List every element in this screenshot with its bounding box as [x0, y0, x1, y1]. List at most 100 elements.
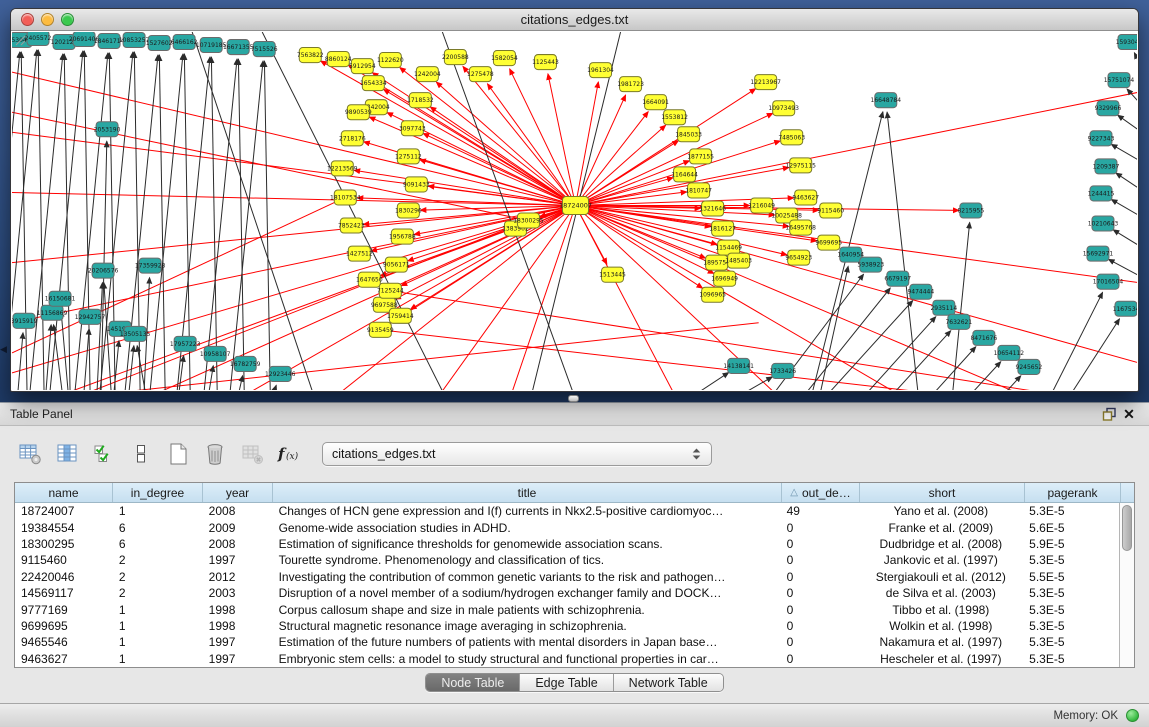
- table-scrollbar[interactable]: [1119, 503, 1134, 667]
- graph-edge[interactable]: [129, 346, 134, 390]
- graph-edge[interactable]: [92, 221, 528, 390]
- graph-node[interactable]: 1718532: [407, 93, 434, 108]
- graph-node[interactable]: 16648784: [871, 93, 902, 108]
- graph-edge[interactable]: [239, 376, 242, 390]
- tab-edge-table[interactable]: Edge Table: [520, 674, 613, 691]
- graph-node[interactable]: 1242004: [414, 67, 441, 82]
- graph-node[interactable]: 9135459: [367, 322, 394, 337]
- graph-edge[interactable]: [18, 333, 23, 390]
- graph-edge[interactable]: [423, 133, 575, 205]
- graph-node[interactable]: 1096965: [699, 287, 726, 302]
- graph-node[interactable]: 7632621: [945, 314, 972, 329]
- graph-node[interactable]: 16671355: [223, 40, 254, 55]
- table-mode-icon[interactable]: [14, 439, 46, 469]
- graph-node[interactable]: 9227343: [1088, 131, 1115, 146]
- graph-node[interactable]: 1845033: [675, 127, 702, 142]
- close-panel-icon[interactable]: ✕: [1119, 405, 1139, 423]
- graph-node[interactable]: 9115460: [817, 203, 844, 218]
- selection-mode-icon[interactable]: [88, 439, 120, 469]
- graph-node[interactable]: 2200588: [442, 50, 469, 65]
- graph-node[interactable]: 9699695: [815, 235, 842, 250]
- graph-node[interactable]: 2935114: [930, 300, 957, 315]
- graph-node[interactable]: 3097743: [399, 121, 426, 136]
- graph-node[interactable]: 1164644: [671, 167, 698, 182]
- float-panel-icon[interactable]: [1099, 405, 1119, 423]
- graph-edge[interactable]: [12, 205, 576, 372]
- table-row[interactable]: 1872400712008Changes of HCN gene express…: [15, 503, 1119, 519]
- graph-node[interactable]: 12923446: [265, 366, 296, 381]
- graph-edge[interactable]: [264, 61, 270, 390]
- graph-node[interactable]: 7515526: [251, 42, 278, 57]
- graph-node[interactable]: 1877155: [687, 149, 714, 164]
- table-row[interactable]: 946362711997Embryonic stem cells: a mode…: [15, 651, 1119, 667]
- column-header-short[interactable]: short: [860, 483, 1025, 502]
- graph-node[interactable]: 20206576: [88, 263, 119, 278]
- graph-edge[interactable]: [274, 385, 276, 390]
- table-row[interactable]: 977716911998Corpus callosum shape and si…: [15, 601, 1119, 617]
- network-graph[interactable]: 8530449240557212021292069140618461714108…: [12, 32, 1137, 390]
- graph-node[interactable]: 8860124: [325, 52, 352, 67]
- graph-node[interactable]: 5912954: [349, 59, 376, 74]
- graph-node[interactable]: 16150681: [45, 291, 76, 306]
- graph-node[interactable]: 1759414: [387, 308, 414, 323]
- table-row[interactable]: 969969511998Structural magnetic resonanc…: [15, 618, 1119, 634]
- graph-node[interactable]: 1830296: [395, 203, 422, 218]
- graph-edge[interactable]: [896, 331, 951, 390]
- graph-node[interactable]: 9463627: [792, 190, 819, 205]
- graph-edge[interactable]: [192, 32, 312, 390]
- graph-node[interactable]: 2405572: [25, 32, 52, 46]
- graph-node[interactable]: 10958107: [200, 346, 231, 361]
- graph-node[interactable]: 1816127: [709, 221, 736, 236]
- graph-node[interactable]: 10210643: [1088, 216, 1119, 231]
- graph-edge[interactable]: [61, 311, 68, 390]
- graph-node[interactable]: 12213569: [327, 161, 358, 176]
- graph-node[interactable]: 9654923: [785, 250, 812, 265]
- graph-node[interactable]: 1981723: [617, 77, 644, 92]
- window-titlebar[interactable]: citations_edges.txt: [11, 9, 1138, 31]
- graph-edge[interactable]: [137, 346, 145, 390]
- graph-node[interactable]: 17359928: [135, 258, 166, 273]
- graph-node[interactable]: 9474444: [907, 284, 934, 299]
- graph-node[interactable]: 1654334: [360, 76, 387, 91]
- resize-grip-icon[interactable]: [12, 32, 26, 46]
- graph-node[interactable]: 15692971: [1083, 246, 1114, 261]
- graph-node[interactable]: 8471676: [971, 330, 998, 345]
- graph-node[interactable]: 6466162: [171, 35, 198, 50]
- graph-node[interactable]: 9890539: [345, 105, 372, 120]
- graph-edge[interactable]: [936, 347, 976, 390]
- column-header-year[interactable]: year: [203, 483, 273, 502]
- graph-node[interactable]: 1810747: [685, 183, 712, 198]
- graph-node[interactable]: 1956788: [389, 229, 416, 244]
- minimize-window-button[interactable]: [41, 13, 54, 26]
- graph-edge[interactable]: [576, 125, 666, 205]
- graph-edge[interactable]: [54, 325, 62, 390]
- graph-edge[interactable]: [1116, 173, 1137, 188]
- graph-node[interactable]: 1527602: [146, 36, 173, 51]
- graph-node[interactable]: 12942757: [75, 309, 106, 324]
- memory-status-indicator-icon[interactable]: [1126, 709, 1139, 722]
- graph-node[interactable]: 1593046: [1116, 35, 1137, 50]
- graph-node[interactable]: 7125244: [377, 283, 404, 298]
- graph-node[interactable]: 1321646: [699, 201, 726, 216]
- graph-node[interactable]: 1513445: [599, 267, 626, 282]
- tab-network-table[interactable]: Network Table: [614, 674, 723, 691]
- graph-node[interactable]: 12975115: [785, 158, 816, 173]
- graph-node[interactable]: 18300295: [513, 213, 544, 228]
- graph-edge[interactable]: [1109, 259, 1137, 275]
- graph-edge[interactable]: [1111, 144, 1137, 160]
- graph-edge[interactable]: [1113, 230, 1137, 246]
- graph-edge[interactable]: [576, 113, 773, 205]
- table-row[interactable]: 2242004622012Investigating the contribut…: [15, 569, 1119, 585]
- function-builder-icon[interactable]: f(x): [273, 439, 305, 469]
- graph-edge[interactable]: [72, 205, 575, 390]
- close-window-button[interactable]: [21, 13, 34, 26]
- table-selector-dropdown[interactable]: citations_edges.txt: [322, 442, 712, 466]
- graph-node[interactable]: 2053190: [94, 122, 121, 137]
- graph-edge[interactable]: [230, 61, 263, 390]
- tab-node-table[interactable]: Node Table: [426, 674, 520, 691]
- table-row[interactable]: 911546021997Tourette syndrome. Phenomeno…: [15, 552, 1119, 568]
- graph-edge[interactable]: [75, 53, 108, 390]
- column-header-name[interactable]: name: [15, 483, 113, 502]
- graph-edge[interactable]: [30, 54, 63, 390]
- graph-node[interactable]: 9329966: [1095, 101, 1122, 116]
